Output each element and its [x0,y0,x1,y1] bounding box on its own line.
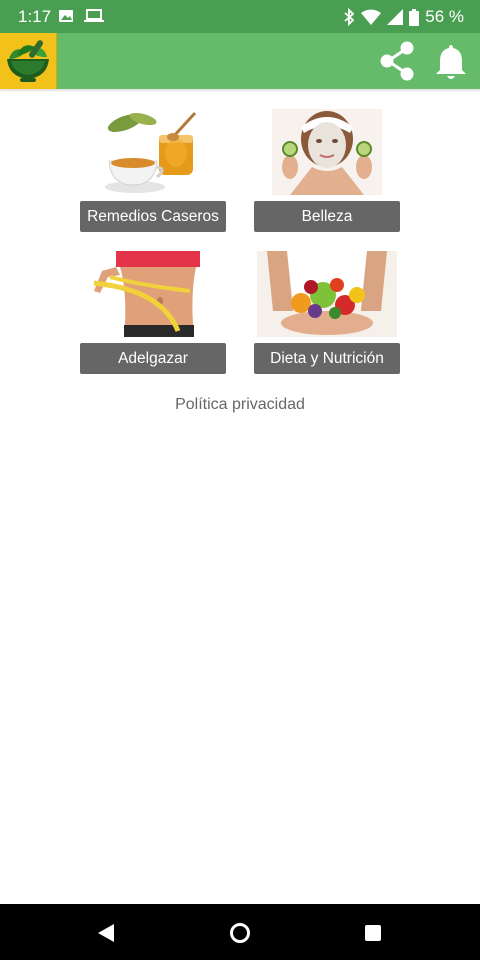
back-icon[interactable] [96,923,116,943]
category-tile-dieta-nutricion[interactable]: Dieta y Nutrición [254,244,400,374]
home-icon[interactable] [229,922,251,944]
navigation-bar [0,904,480,960]
bell-icon[interactable] [432,42,470,82]
wifi-icon [361,9,382,25]
category-tile-adelgazar[interactable]: Adelgazar [80,244,226,374]
category-label: Adelgazar [80,343,226,374]
app-logo[interactable] [0,33,57,89]
image-icon [59,10,73,22]
category-label: Belleza [254,201,400,232]
category-tile-remedios-caseros[interactable]: Remedios Caseros [80,102,226,232]
battery-icon [409,8,420,26]
category-label: Dieta y Nutrición [254,343,400,374]
category-label: Remedios Caseros [80,201,226,232]
laptop-icon [84,9,104,22]
battery-percentage: 56 % [425,7,464,26]
waist-measure-image [80,244,226,344]
screen: 1:17 56 % Remedios Caseros Belleza Adelg… [0,0,480,960]
share-icon[interactable] [376,40,418,82]
privacy-policy-link[interactable]: Política privacidad [0,396,480,414]
bluetooth-icon [344,8,355,26]
status-system-icons: 56 % [343,7,464,27]
category-tile-belleza[interactable]: Belleza [254,102,400,232]
app-bar [0,33,480,89]
signal-icon [387,9,404,25]
recents-icon[interactable] [364,924,382,942]
status-time: 1:17 [18,7,52,26]
face-mask-image [254,102,400,202]
tea-honey-image [80,102,226,202]
fruits-hands-image [254,244,400,344]
mortar-pestle-logo-icon [7,40,49,82]
status-notification-icons [58,8,104,24]
status-bar: 1:17 56 % [0,0,480,33]
